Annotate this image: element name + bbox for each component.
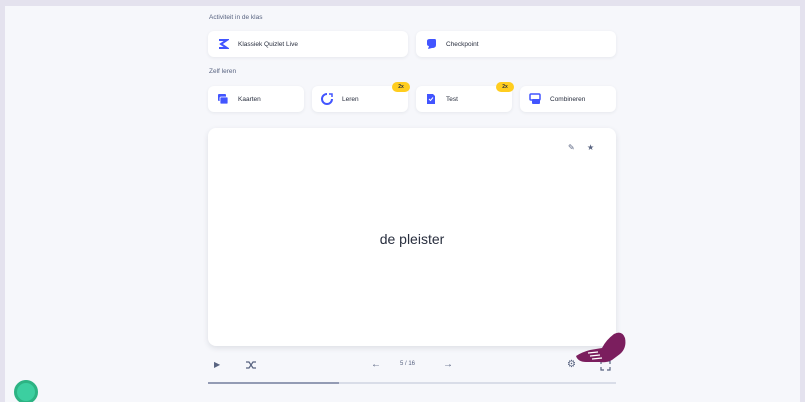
badge: 2x bbox=[496, 82, 514, 92]
badge: 2x bbox=[392, 82, 410, 92]
help-chat-button[interactable] bbox=[14, 380, 38, 402]
match-button[interactable]: Combineren bbox=[520, 86, 616, 112]
pointing-hand-icon bbox=[576, 332, 626, 363]
tile-label: Test bbox=[446, 95, 458, 103]
flashcard[interactable]: ✎ ★ de pleister bbox=[208, 128, 616, 346]
test-button[interactable]: Test 2x bbox=[416, 82, 514, 112]
play-icon[interactable]: ▶ bbox=[214, 359, 220, 371]
tile-label: Combineren bbox=[550, 95, 586, 103]
classic-quizlet-live-button[interactable]: Klassiek Quizlet Live bbox=[208, 31, 408, 57]
tile-label: Leren bbox=[342, 95, 359, 103]
card-counter: 5 / 16 bbox=[400, 361, 416, 367]
learn-icon bbox=[321, 93, 333, 105]
tile-label: Checkpoint bbox=[446, 40, 479, 48]
shuffle-icon[interactable] bbox=[245, 360, 257, 370]
checkpoint-button[interactable]: Checkpoint bbox=[416, 31, 616, 57]
self-study-label: Zelf leren bbox=[209, 68, 237, 75]
previous-card-icon[interactable]: ← bbox=[371, 359, 381, 371]
match-icon bbox=[529, 93, 541, 104]
tile-label: Kaarten bbox=[238, 95, 261, 103]
flashcards-button[interactable]: Kaarten bbox=[208, 86, 304, 112]
progress-fill bbox=[208, 382, 339, 384]
edit-icon[interactable]: ✎ bbox=[568, 143, 575, 152]
tile-label: Klassiek Quizlet Live bbox=[238, 40, 298, 48]
progress-bar bbox=[208, 382, 616, 384]
learn-button[interactable]: Leren 2x bbox=[312, 82, 410, 112]
flashcards-icon bbox=[218, 94, 229, 105]
test-icon bbox=[427, 94, 435, 104]
star-icon[interactable]: ★ bbox=[587, 143, 594, 152]
next-card-icon[interactable]: → bbox=[443, 359, 453, 371]
quizlet-live-icon bbox=[219, 39, 229, 49]
checkpoint-icon bbox=[427, 39, 436, 49]
class-activities-label: Activiteit in de klas bbox=[209, 14, 263, 21]
flashcard-term: de pleister bbox=[379, 231, 445, 247]
